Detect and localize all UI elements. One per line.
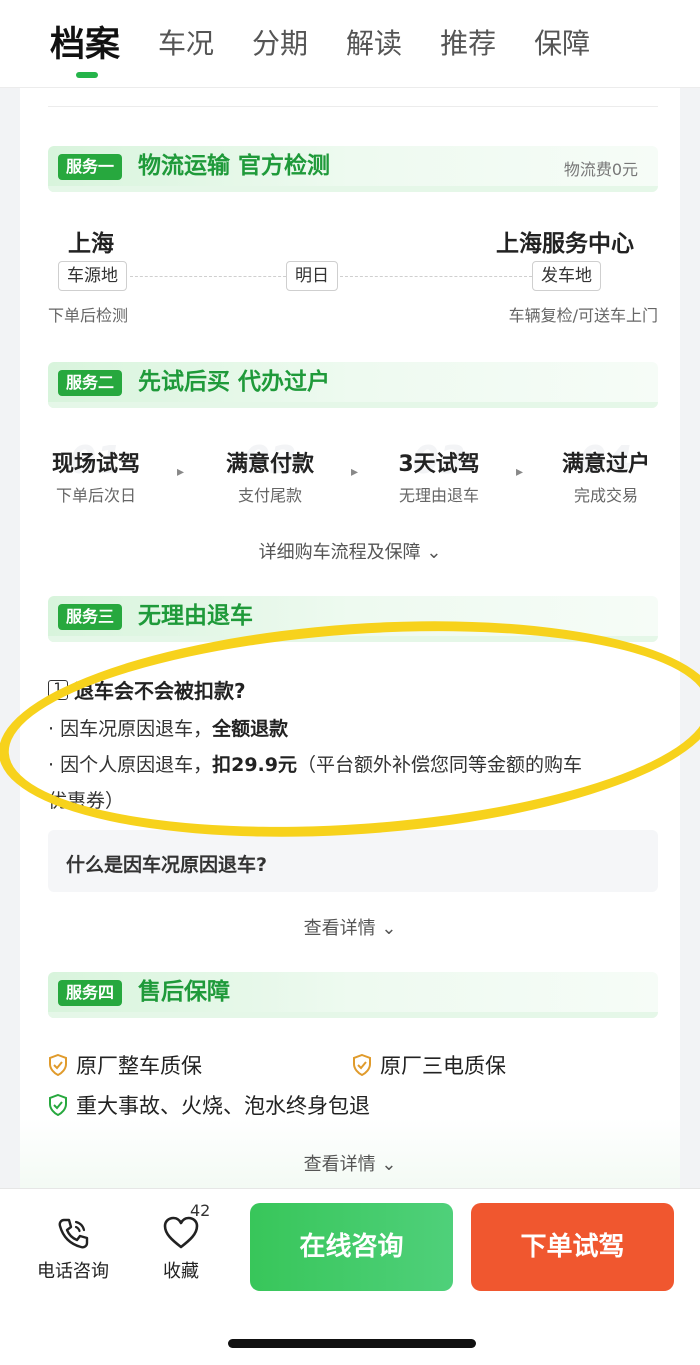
- destination-pill: 发车地: [532, 261, 601, 291]
- warranty-feature: 重大事故、火烧、泡水终身包退: [48, 1090, 370, 1120]
- purchase-flow-link[interactable]: 详细购车流程及保障 ⌄: [20, 538, 680, 564]
- chevron-right-icon: ▸: [177, 464, 185, 480]
- faq-item[interactable]: 什么是因车况原因退车?: [48, 830, 658, 892]
- divider: [48, 106, 658, 107]
- step-subtitle: 下单后次日: [55, 486, 136, 505]
- logistics-fee: 物流费0元: [563, 160, 638, 179]
- step-item: 01 现场试驾 下单后次日: [26, 438, 166, 506]
- tab-interpretation[interactable]: 解读: [346, 0, 402, 88]
- phone-icon: [58, 1218, 89, 1249]
- service-tag: 服务三: [58, 604, 123, 630]
- tab-label: 档案: [50, 25, 121, 65]
- origin-pill: 车源地: [58, 261, 127, 291]
- chevron-right-icon: ▸: [351, 464, 359, 480]
- destination-note: 车辆复检/可送车上门: [508, 306, 658, 325]
- warranty-feature: 原厂三电质保: [352, 1050, 506, 1080]
- step-title: 3天试驾: [398, 452, 480, 477]
- heart-icon: [163, 1216, 199, 1249]
- shield-check-icon: [49, 1054, 67, 1076]
- destination-city: 上海服务中心: [496, 231, 634, 257]
- origin-note: 下单后检测: [48, 306, 129, 325]
- service2-header: 服务二 先试后买 代办过户: [48, 362, 658, 408]
- tab-installment[interactable]: 分期: [252, 0, 308, 88]
- favorite-label: 收藏: [163, 1261, 199, 1282]
- step-title: 满意付款: [225, 452, 314, 477]
- warranty-feature: 原厂整车质保: [48, 1050, 202, 1080]
- top-tab-bar: 档案 车况 分期 解读 推荐 保障: [0, 0, 700, 88]
- feature-label: 原厂整车质保: [76, 1054, 202, 1078]
- shield-check-icon: [353, 1054, 371, 1076]
- step-item: 03 3天试驾 无理由退车: [369, 438, 509, 506]
- online-consult-button[interactable]: 在线咨询: [250, 1203, 453, 1291]
- eta-pill: 明日: [286, 261, 338, 291]
- step-item: 02 满意付款 支付尾款: [200, 438, 340, 506]
- view-details-link[interactable]: 查看详情 ⌄: [20, 1150, 680, 1176]
- shield-check-icon: [49, 1094, 67, 1116]
- step-item: 04 满意过户 完成交易: [536, 438, 676, 506]
- step-subtitle: 完成交易: [573, 486, 638, 505]
- order-test-drive-button[interactable]: 下单试驾: [471, 1203, 674, 1291]
- chevron-right-icon: ▸: [516, 464, 524, 480]
- tab-label: 解读: [346, 27, 403, 60]
- tab-condition[interactable]: 车况: [158, 0, 214, 88]
- service-card: 服务一 物流运输 官方检测 物流费0元 上海 车源地 明日 上海服务中心 发车地…: [0, 88, 700, 1188]
- feature-label: 原厂三电质保: [380, 1054, 506, 1078]
- route-line: [340, 276, 532, 277]
- tab-label: 车况: [158, 27, 215, 60]
- service-tag: 服务四: [58, 980, 123, 1006]
- favorite-count: 42: [190, 1201, 211, 1220]
- favorite-button[interactable]: 收藏: [136, 1215, 226, 1283]
- tab-recommend[interactable]: 推荐: [440, 0, 496, 88]
- tab-label: 分期: [252, 27, 309, 60]
- tab-guarantee[interactable]: 保障: [534, 0, 590, 88]
- step-title: 现场试驾: [51, 452, 140, 477]
- view-details-link[interactable]: 查看详情 ⌄: [20, 914, 680, 940]
- service-tag: 服务二: [58, 370, 123, 396]
- service-title: 先试后买 代办过户: [138, 369, 331, 395]
- tab-label: 保障: [534, 27, 591, 60]
- step-subtitle: 无理由退车: [398, 486, 479, 505]
- tab-label: 推荐: [440, 27, 497, 60]
- service-title: 无理由退车: [138, 603, 253, 629]
- tab-profile[interactable]: 档案: [50, 0, 120, 88]
- origin-city: 上海: [68, 231, 114, 257]
- step-subtitle: 支付尾款: [237, 486, 302, 505]
- service-tag: 服务一: [58, 154, 123, 180]
- active-tab-indicator: [76, 72, 98, 78]
- route-line: [130, 276, 286, 277]
- service-title: 售后保障: [138, 979, 230, 1005]
- step-title: 满意过户: [561, 452, 650, 477]
- feature-label: 重大事故、火烧、泡水终身包退: [76, 1094, 370, 1118]
- phone-consult-button[interactable]: 电话咨询: [28, 1215, 118, 1283]
- home-indicator: [228, 1339, 476, 1348]
- service1-header: 服务一 物流运输 官方检测 物流费0元: [48, 146, 658, 192]
- service-title: 物流运输 官方检测: [138, 153, 331, 179]
- phone-label: 电话咨询: [37, 1261, 109, 1282]
- faq-question: 什么是因车况原因退车?: [66, 854, 268, 876]
- service4-header: 服务四 售后保障: [48, 972, 658, 1018]
